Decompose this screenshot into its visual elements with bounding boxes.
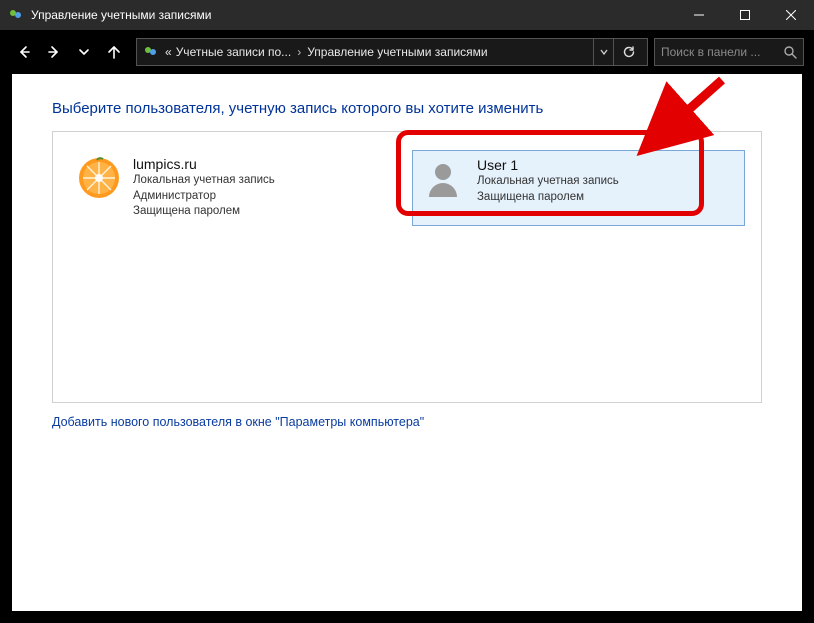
chevron-right-icon: › — [297, 45, 301, 59]
back-button[interactable] — [10, 38, 38, 66]
minimize-button[interactable] — [676, 0, 722, 30]
refresh-button[interactable] — [613, 39, 643, 65]
close-button[interactable] — [768, 0, 814, 30]
search-placeholder: Поиск в панели ... — [661, 45, 779, 59]
content-pane: Выберите пользователя, учетную запись ко… — [12, 74, 802, 611]
address-bar: « Учетные записи по... › Управление учет… — [0, 30, 814, 74]
user-meta-line: Локальная учетная запись — [477, 174, 619, 190]
avatar — [77, 156, 121, 200]
titlebar: Управление учетными записями — [0, 0, 814, 30]
search-icon — [783, 45, 797, 59]
avatar — [421, 157, 465, 201]
user-meta-line: Защищена паролем — [133, 204, 275, 220]
maximize-button[interactable] — [722, 0, 768, 30]
breadcrumb-seg-2[interactable]: Управление учетными записями — [307, 45, 487, 59]
user-meta-line: Локальная учетная запись — [133, 173, 275, 189]
breadcrumb-icon — [143, 44, 159, 60]
user-meta-line: Администратор — [133, 189, 275, 205]
recent-button[interactable] — [70, 38, 98, 66]
add-user-link[interactable]: Добавить нового пользователя в окне "Пар… — [52, 415, 424, 429]
breadcrumb-seg-1[interactable]: Учетные записи по... — [176, 45, 292, 59]
up-button[interactable] — [100, 38, 128, 66]
breadcrumb[interactable]: « Учетные записи по... › Управление учет… — [136, 38, 648, 66]
user-card[interactable]: lumpics.ru Локальная учетная запись Адми… — [69, 150, 402, 226]
window-title: Управление учетными записями — [31, 8, 676, 22]
forward-button[interactable] — [40, 38, 68, 66]
search-input[interactable]: Поиск в панели ... — [654, 38, 804, 66]
app-icon — [8, 7, 24, 23]
user-list: lumpics.ru Локальная учетная запись Адми… — [52, 131, 762, 403]
breadcrumb-dropdown[interactable] — [593, 39, 613, 65]
page-heading: Выберите пользователя, учетную запись ко… — [52, 100, 762, 117]
breadcrumb-prefix: « — [165, 45, 172, 59]
user-card[interactable]: User 1 Локальная учетная запись Защищена… — [412, 150, 745, 226]
user-meta-line: Защищена паролем — [477, 190, 619, 206]
user-name: lumpics.ru — [133, 156, 275, 172]
user-name: User 1 — [477, 157, 619, 173]
